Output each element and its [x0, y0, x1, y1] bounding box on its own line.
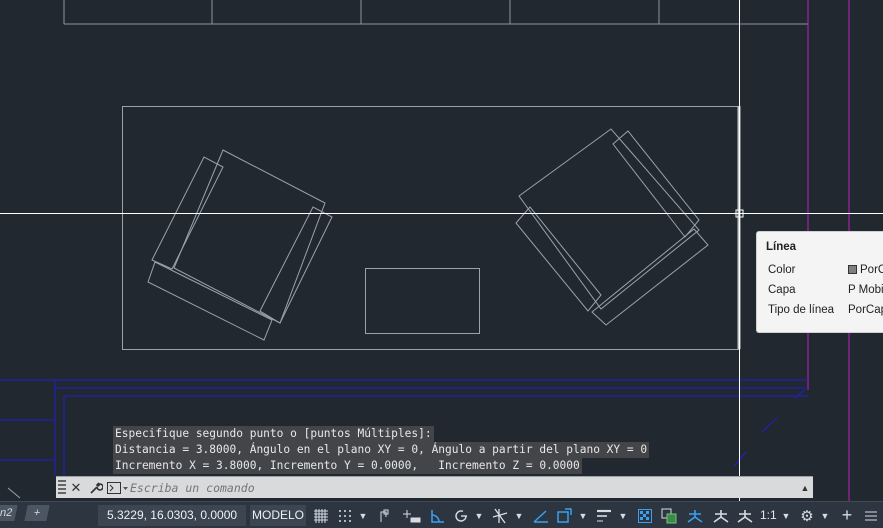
- isodraft-dropdown-icon[interactable]: ▼: [514, 506, 524, 525]
- tooltip-value-linetype: PorCapa: [848, 304, 883, 316]
- tooltip-title: Línea: [766, 241, 797, 253]
- workspace-dropdown-icon[interactable]: ▼: [820, 506, 830, 525]
- auto-scale-icon[interactable]: [710, 506, 732, 525]
- selection-cycling-icon[interactable]: [660, 506, 678, 525]
- tooltip-value-color: PorCapa: [848, 264, 883, 276]
- drag-handle[interactable]: [58, 479, 66, 496]
- infer-constraints-icon[interactable]: [376, 506, 394, 525]
- quick-properties-tooltip: Línea Color PorCapa Capa P Mobiliario Ti…: [756, 231, 883, 333]
- grey-segment: [7, 487, 21, 499]
- armchair-right[interactable]: [515, 128, 709, 326]
- tooltip-label-linetype: Tipo de línea: [768, 304, 835, 316]
- command-line-bar: ✕ ▲: [56, 476, 813, 498]
- command-input[interactable]: [130, 478, 797, 497]
- object-snap-dropdown-icon[interactable]: ▼: [578, 506, 588, 525]
- object-snap-tracking-icon[interactable]: [532, 506, 550, 525]
- layout-tab[interactable]: n2: [0, 505, 18, 521]
- lineweight-dropdown-icon[interactable]: ▼: [618, 506, 628, 525]
- polar-tracking-icon[interactable]: [452, 506, 470, 525]
- add-layout-tab[interactable]: +: [24, 505, 50, 521]
- snap-dropdown-icon[interactable]: ▼: [358, 506, 368, 525]
- polar-dropdown-icon[interactable]: ▼: [474, 506, 484, 525]
- annotation-scale-icon[interactable]: [734, 506, 756, 525]
- rug-rectangle[interactable]: [122, 106, 739, 350]
- history-line: Incremento X = 3.8000, Incremento Y = 0.…: [113, 458, 582, 474]
- wrench-icon[interactable]: [86, 478, 106, 498]
- isodraft-icon[interactable]: [490, 506, 510, 525]
- gear-icon[interactable]: ⚙: [798, 506, 816, 525]
- history-expand-icon[interactable]: ▲: [797, 483, 813, 493]
- status-bar: n2 + 5.3229, 16.0303, 0.0000 MODELO ▼ ▼ …: [0, 501, 883, 528]
- transparency-icon[interactable]: [636, 506, 654, 525]
- top-furniture-grid: [63, 0, 808, 25]
- model-space-button[interactable]: MODELO: [250, 505, 306, 526]
- history-line: Distancia = 3.8000, Ángulo en el plano X…: [113, 442, 650, 458]
- tooltip-value-layer: P Mobiliario: [848, 284, 883, 296]
- object-snap-icon[interactable]: [554, 506, 574, 525]
- coordinates-readout[interactable]: 5.3229, 16.0303, 0.0000: [98, 505, 246, 526]
- tooltip-label-layer: Capa: [768, 284, 796, 296]
- scale-dropdown-icon[interactable]: ▼: [781, 506, 791, 525]
- dynamic-input-icon[interactable]: [402, 506, 422, 525]
- plus-icon[interactable]: +: [838, 505, 856, 525]
- customization-icon[interactable]: [862, 506, 880, 525]
- annotation-scale-value[interactable]: 1:1: [760, 506, 777, 525]
- lineweight-icon[interactable]: [594, 506, 614, 525]
- close-icon[interactable]: ✕: [66, 478, 86, 498]
- command-history: Especifique segundo punto o [puntos Múlt…: [113, 426, 650, 474]
- grid-icon[interactable]: [312, 506, 330, 525]
- ortho-icon[interactable]: [428, 506, 446, 525]
- history-line: Especifique segundo punto o [puntos Múlt…: [113, 426, 434, 442]
- snap-icon[interactable]: [336, 506, 354, 525]
- tooltip-label-color: Color: [768, 264, 796, 276]
- coffee-table[interactable]: [365, 268, 480, 334]
- color-swatch: [848, 265, 857, 274]
- annotation-visibility-icon[interactable]: [684, 506, 706, 525]
- armchair-left[interactable]: [147, 149, 333, 341]
- command-prompt-icon[interactable]: [106, 481, 130, 494]
